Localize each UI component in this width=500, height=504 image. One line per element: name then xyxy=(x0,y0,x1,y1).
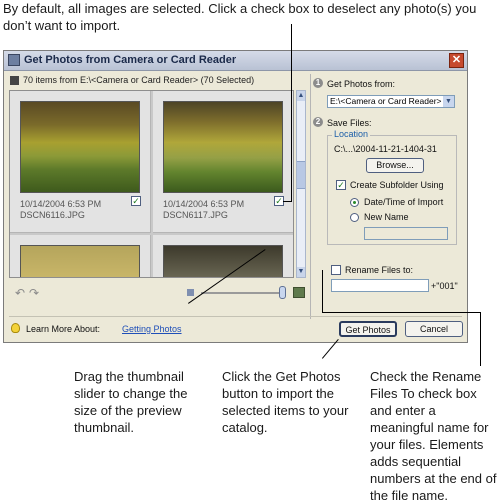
get-photos-dialog: Get Photos from Camera or Card Reader ✕ … xyxy=(3,50,468,343)
scroll-up-icon[interactable]: ▲ xyxy=(297,91,305,101)
thumbnail-cell[interactable] xyxy=(10,235,151,277)
footer-divider xyxy=(9,316,462,317)
thumbnail-pane: 70 items from E:\<Camera or Card Reader>… xyxy=(9,74,306,319)
step-1-badge: 1 xyxy=(313,78,323,88)
callout-get-photos: Click the Get Photos button to import th… xyxy=(222,369,349,435)
callout-leader xyxy=(322,312,480,313)
rename-files-field[interactable] xyxy=(331,279,429,292)
scroll-down-icon[interactable]: ▼ xyxy=(297,267,305,277)
photo-thumbnail[interactable] xyxy=(20,101,140,193)
camera-icon xyxy=(8,54,20,66)
small-thumbnail-icon[interactable] xyxy=(187,289,194,296)
dialog-titlebar[interactable]: Get Photos from Camera or Card Reader ✕ xyxy=(4,51,467,71)
dialog-footer: Learn More About: Getting Photos Get Pho… xyxy=(9,319,464,339)
scroll-thumb[interactable] xyxy=(297,161,305,189)
rotate-left-icon[interactable]: ↶ xyxy=(15,286,25,300)
browse-button[interactable]: Browse... xyxy=(366,158,424,173)
lightbulb-icon xyxy=(11,323,20,333)
thumbnail-size-slider[interactable] xyxy=(201,292,281,294)
new-name-field[interactable] xyxy=(364,227,448,240)
location-path: C:\...\2004-11-21-1404-31 xyxy=(334,144,437,154)
thumbnail-grid[interactable]: 10/14/2004 6:53 PM DSCN6116.JPG ✓ 10/14/… xyxy=(9,90,294,278)
close-button[interactable]: ✕ xyxy=(449,53,464,68)
photo-thumbnail[interactable] xyxy=(20,245,140,277)
thumbnail-filename: DSCN6117.JPG xyxy=(163,210,228,220)
dialog-title: Get Photos from Camera or Card Reader xyxy=(24,54,237,66)
thumbnail-date: 10/14/2004 6:53 PM xyxy=(163,199,245,209)
rename-files-checkbox[interactable] xyxy=(331,265,341,275)
thumbnail-slider-handle[interactable] xyxy=(279,286,286,299)
create-subfolder-label: Create Subfolder Using xyxy=(350,180,444,190)
callout-leader xyxy=(283,201,292,202)
callout-rename-files: Check the Rename Files To check box and … xyxy=(370,369,497,503)
thumbnail-cell[interactable]: 10/14/2004 6:53 PM DSCN6116.JPG ✓ xyxy=(10,91,151,233)
location-group: Location C:\...\2004-11-21-1404-31 Brows… xyxy=(327,129,457,245)
rename-suffix: +"001" xyxy=(431,281,458,291)
callout-leader xyxy=(291,24,292,202)
photo-thumbnail[interactable] xyxy=(163,101,283,193)
step-2-badge: 2 xyxy=(313,117,323,127)
date-time-label: Date/Time of Import xyxy=(364,197,444,207)
thumbnail-cell[interactable] xyxy=(153,235,293,277)
callout-thumbnail-slider: Drag the thumbnail slider to change the … xyxy=(74,369,188,435)
thumbnail-toolbar: ↶ ↷ xyxy=(9,283,306,305)
rename-files-label: Rename Files to: xyxy=(345,265,414,275)
chevron-down-icon[interactable]: ▼ xyxy=(443,96,454,107)
new-name-radio[interactable] xyxy=(350,213,359,222)
large-thumbnail-icon[interactable] xyxy=(293,287,305,298)
source-dropdown[interactable]: E:\<Camera or Card Reader> ▼ xyxy=(327,95,455,108)
source-dropdown-value: E:\<Camera or Card Reader> xyxy=(330,96,442,106)
callout-default-selection: By default, all images are selected. Cli… xyxy=(3,1,477,33)
thumbnail-scrollbar[interactable]: ▲ ▼ xyxy=(296,90,306,278)
thumbnail-cell[interactable]: 10/14/2004 6:53 PM DSCN6117.JPG ✓ xyxy=(153,91,293,233)
save-files-label: Save Files: xyxy=(327,118,372,128)
create-subfolder-checkbox[interactable]: ✓ xyxy=(336,180,346,190)
import-settings-pane: 1 Get Photos from: E:\<Camera or Card Re… xyxy=(313,76,463,316)
pane-divider xyxy=(310,74,311,319)
learn-more-label: Learn More About: xyxy=(26,324,101,334)
callout-leader xyxy=(480,312,481,366)
thumbnail-meta: 10/14/2004 6:53 PM DSCN6116.JPG xyxy=(20,199,101,221)
cancel-button[interactable]: Cancel xyxy=(405,321,463,337)
items-summary: 70 items from E:\<Camera or Card Reader>… xyxy=(23,75,255,85)
card-reader-icon xyxy=(10,76,19,85)
thumbnail-meta: 10/14/2004 6:53 PM DSCN6117.JPG xyxy=(163,199,244,221)
date-time-radio[interactable] xyxy=(350,198,359,207)
thumbnail-filename: DSCN6116.JPG xyxy=(20,210,85,220)
location-legend: Location xyxy=(332,129,371,139)
thumbnail-date: 10/14/2004 6:53 PM xyxy=(20,199,102,209)
items-summary-bar: 70 items from E:\<Camera or Card Reader>… xyxy=(9,74,306,88)
new-name-label: New Name xyxy=(364,212,409,222)
thumbnail-checkbox[interactable]: ✓ xyxy=(131,196,141,206)
rotate-right-icon[interactable]: ↷ xyxy=(29,286,39,300)
get-photos-from-label: Get Photos from: xyxy=(327,79,396,89)
callout-leader xyxy=(322,270,323,312)
get-photos-button[interactable]: Get Photos xyxy=(339,321,397,337)
getting-photos-link[interactable]: Getting Photos xyxy=(122,324,182,334)
